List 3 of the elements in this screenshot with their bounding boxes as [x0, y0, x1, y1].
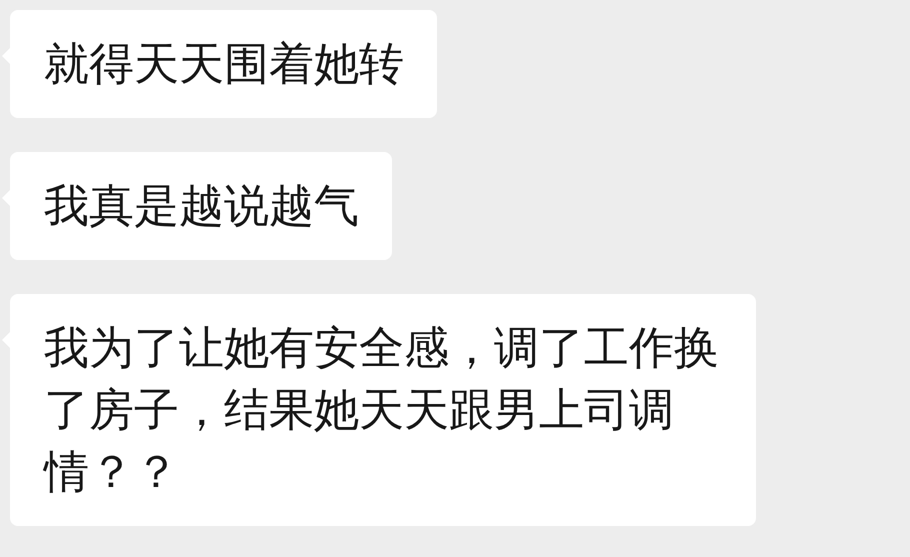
message-text: 我为了让她有安全感，调了工作换了房子，结果她天天跟男上司调情？？: [44, 321, 719, 498]
message-text: 我真是越说越气: [44, 179, 359, 232]
message-text: 就得天天围着她转: [44, 37, 404, 90]
